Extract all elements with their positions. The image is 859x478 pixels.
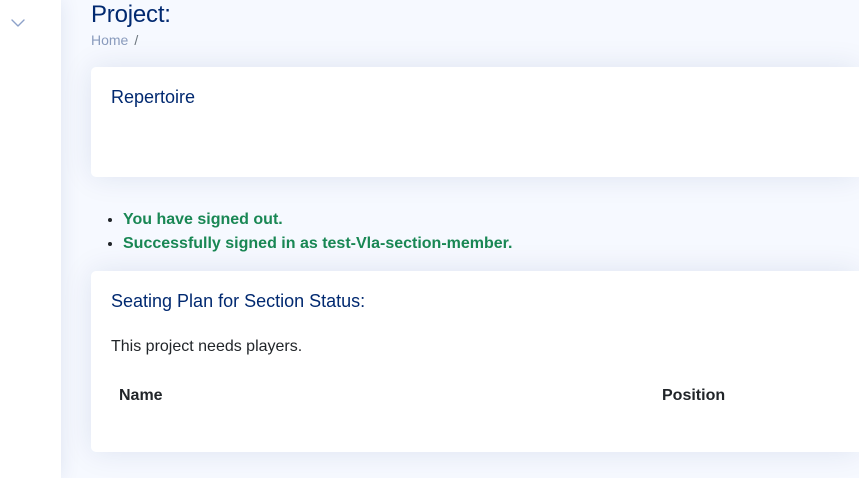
sidebar [0,0,61,478]
page-title: Project: [91,1,171,28]
messages-list: You have signed out. Successfully signed… [105,208,512,256]
column-header-name: Name [119,387,163,404]
repertoire-title: Repertoire [111,87,196,107]
breadcrumb-home-link[interactable]: Home [91,32,128,48]
breadcrumb: Home / [91,32,138,48]
breadcrumb-separator: / [134,32,139,48]
message-item: You have signed out. [123,208,512,232]
seating-empty-text: This project needs players. [111,338,303,355]
repertoire-card: Repertoire [91,67,859,177]
seating-plan-card: Seating Plan for Section Status: This pr… [91,271,859,452]
message-item: Successfully signed in as test-Vla-secti… [123,232,512,256]
chevron-down-icon[interactable] [10,16,26,28]
main-content: Project: Home / Repertoire You have signe… [91,0,859,478]
column-header-position: Position [662,387,726,404]
seating-plan-title: Seating Plan for Section Status: [111,291,366,311]
